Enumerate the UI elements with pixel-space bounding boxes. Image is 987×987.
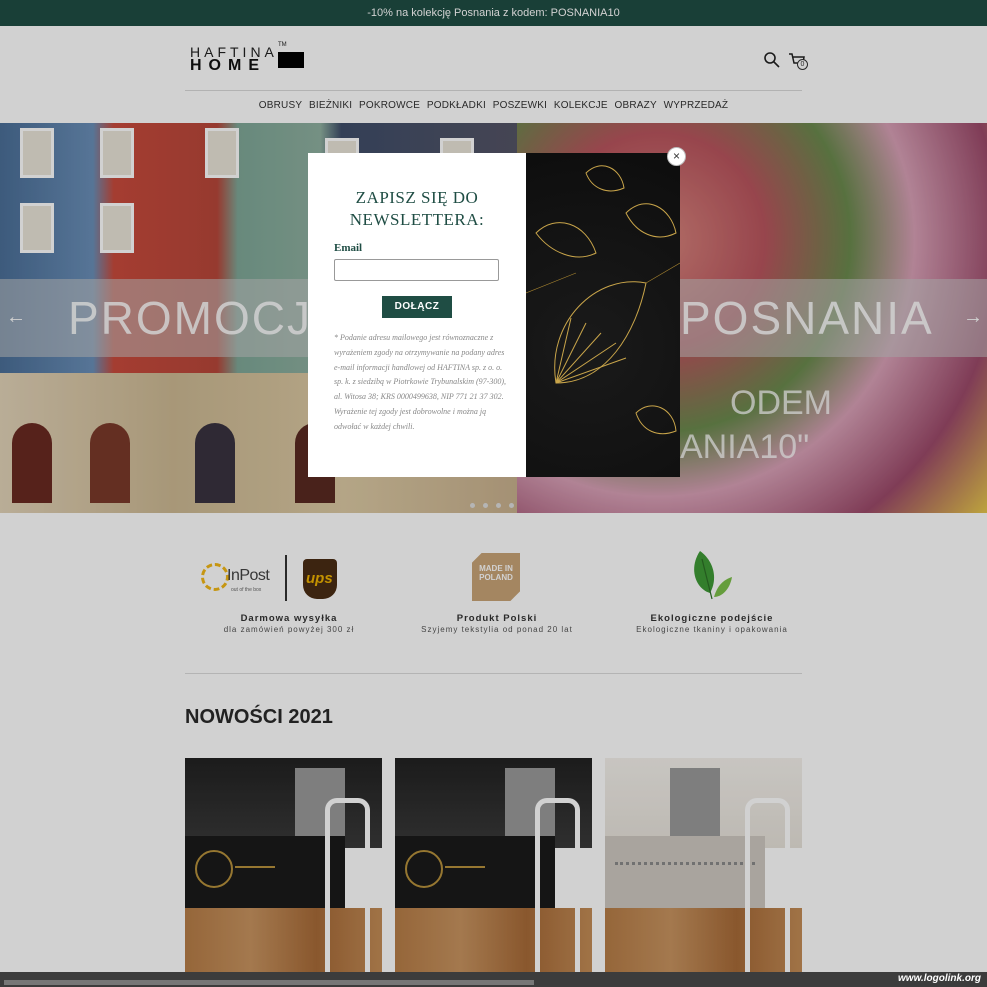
newsletter-modal: ZAPISZ SIĘ DO NEWSLETTERA: Email DOŁĄCZ … (308, 153, 526, 477)
watermark-strip (4, 980, 534, 985)
email-field[interactable] (334, 259, 499, 281)
consent-note: * Podanie adresu mailowego jest równozna… (334, 333, 506, 431)
join-button[interactable]: DOŁĄCZ (382, 296, 452, 318)
modal-overlay[interactable] (0, 0, 987, 987)
email-label: Email (334, 242, 363, 254)
newsletter-title: ZAPISZ SIĘ DO NEWSLETTERA: (349, 188, 485, 229)
close-modal-button[interactable]: × (667, 147, 686, 166)
ginkgo-embroidery-image (526, 165, 680, 435)
newsletter-image (526, 153, 680, 477)
watermark-text: www.logolink.org (898, 973, 981, 984)
watermark-bar: www.logolink.org (0, 972, 987, 987)
